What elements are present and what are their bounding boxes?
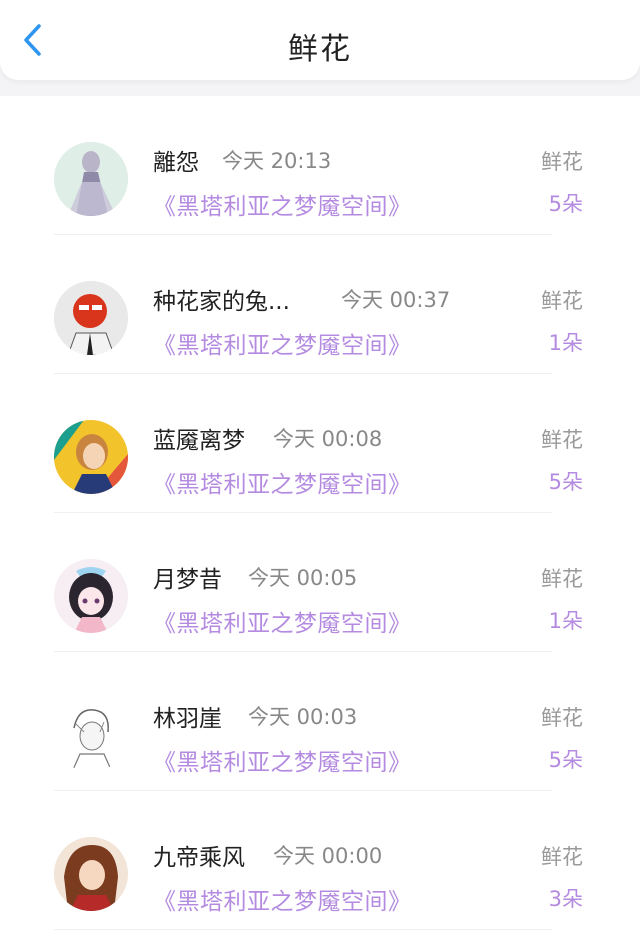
gift-type: 鲜花 [541,289,583,313]
gift-count: 5朵 [548,748,583,772]
gift-count: 5朵 [548,192,583,216]
book-title-link[interactable]: 《黑塔利亚之梦魇空间》 [153,326,412,360]
user-name: 月梦昔 [153,567,222,593]
gift-count: 1朵 [548,609,583,633]
book-title-link[interactable]: 《黑塔利亚之梦魇空间》 [153,604,412,638]
gift-type: 鲜花 [541,845,583,869]
flower-gift-list: 離怨 今天 20:13 《黑塔利亚之梦魇空间》 鲜花 5朵 种花家的兔... 今… [0,96,640,947]
list-item[interactable]: 月梦昔 今天 00:05 《黑塔利亚之梦魇空间》 鲜花 1朵 [0,513,640,652]
gift-count: 1朵 [548,331,583,355]
gift-count: 3朵 [548,887,583,911]
book-title-link[interactable]: 《黑塔利亚之梦魇空间》 [153,465,412,499]
list-item[interactable]: 蓝魇离梦 今天 00:08 《黑塔利亚之梦魇空间》 鲜花 5朵 [0,374,640,513]
timestamp: 今天 20:13 [222,149,332,173]
timestamp: 今天 00:08 [273,427,383,451]
timestamp: 今天 00:37 [341,288,451,312]
list-item[interactable]: 林羽崖 今天 00:03 《黑塔利亚之梦魇空间》 鲜花 5朵 [0,652,640,791]
top-bar: 鲜花 [0,0,640,80]
avatar[interactable] [54,142,128,216]
gift-count: 5朵 [548,470,583,494]
avatar[interactable] [54,281,128,355]
list-item[interactable]: 九帝乘风 今天 00:00 《黑塔利亚之梦魇空间》 鲜花 3朵 [0,791,640,930]
timestamp: 今天 00:00 [273,844,383,868]
page-title: 鲜花 [288,32,352,67]
gift-type: 鲜花 [541,567,583,591]
timestamp: 今天 00:03 [248,705,358,729]
avatar[interactable] [54,559,128,633]
divider [54,929,552,930]
book-title-link[interactable]: 《黑塔利亚之梦魇空间》 [153,187,412,221]
gift-type: 鲜花 [541,428,583,452]
timestamp: 今天 00:05 [248,566,358,590]
avatar[interactable] [54,420,128,494]
avatar[interactable] [54,698,128,772]
user-name: 种花家的兔... [153,289,290,315]
avatar[interactable] [54,837,128,911]
book-title-link[interactable]: 《黑塔利亚之梦魇空间》 [153,882,412,916]
user-name: 九帝乘风 [153,845,245,871]
list-item[interactable]: 離怨 今天 20:13 《黑塔利亚之梦魇空间》 鲜花 5朵 [0,96,640,235]
gift-type: 鲜花 [541,150,583,174]
user-name: 林羽崖 [153,706,222,732]
user-name: 蓝魇离梦 [153,428,245,454]
user-name: 離怨 [153,150,199,176]
book-title-link[interactable]: 《黑塔利亚之梦魇空间》 [153,743,412,777]
list-item[interactable]: 种花家的兔... 今天 00:37 《黑塔利亚之梦魇空间》 鲜花 1朵 [0,235,640,374]
gift-type: 鲜花 [541,706,583,730]
